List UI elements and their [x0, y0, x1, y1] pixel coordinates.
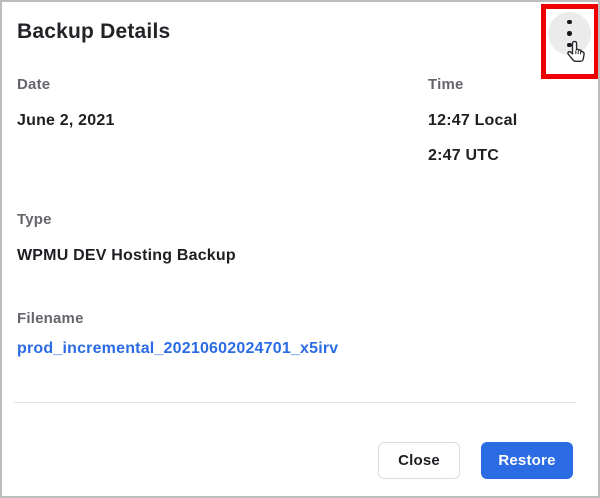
backup-details-dialog: Backup Details Date June 2, 2021 Time 12…	[0, 0, 600, 498]
time-local-value: 12:47 Local	[428, 112, 518, 129]
date-label: Date	[17, 76, 51, 93]
kebab-menu-icon	[567, 19, 572, 48]
dialog-footer: Close Restore	[378, 442, 573, 479]
type-label: Type	[17, 211, 52, 228]
type-value: WPMU DEV Hosting Backup	[17, 247, 236, 264]
footer-divider	[14, 402, 576, 403]
time-utc-value: 2:47 UTC	[428, 147, 499, 164]
date-value: June 2, 2021	[17, 112, 115, 129]
restore-button[interactable]: Restore	[481, 442, 573, 479]
filename-label: Filename	[17, 310, 84, 327]
time-label: Time	[428, 76, 464, 93]
close-button[interactable]: Close	[378, 442, 460, 479]
options-menu-button[interactable]	[548, 12, 591, 55]
page-title: Backup Details	[17, 20, 171, 43]
filename-link[interactable]: prod_incremental_20210602024701_x5irv	[17, 340, 338, 358]
annotation-highlight-box	[541, 4, 598, 79]
